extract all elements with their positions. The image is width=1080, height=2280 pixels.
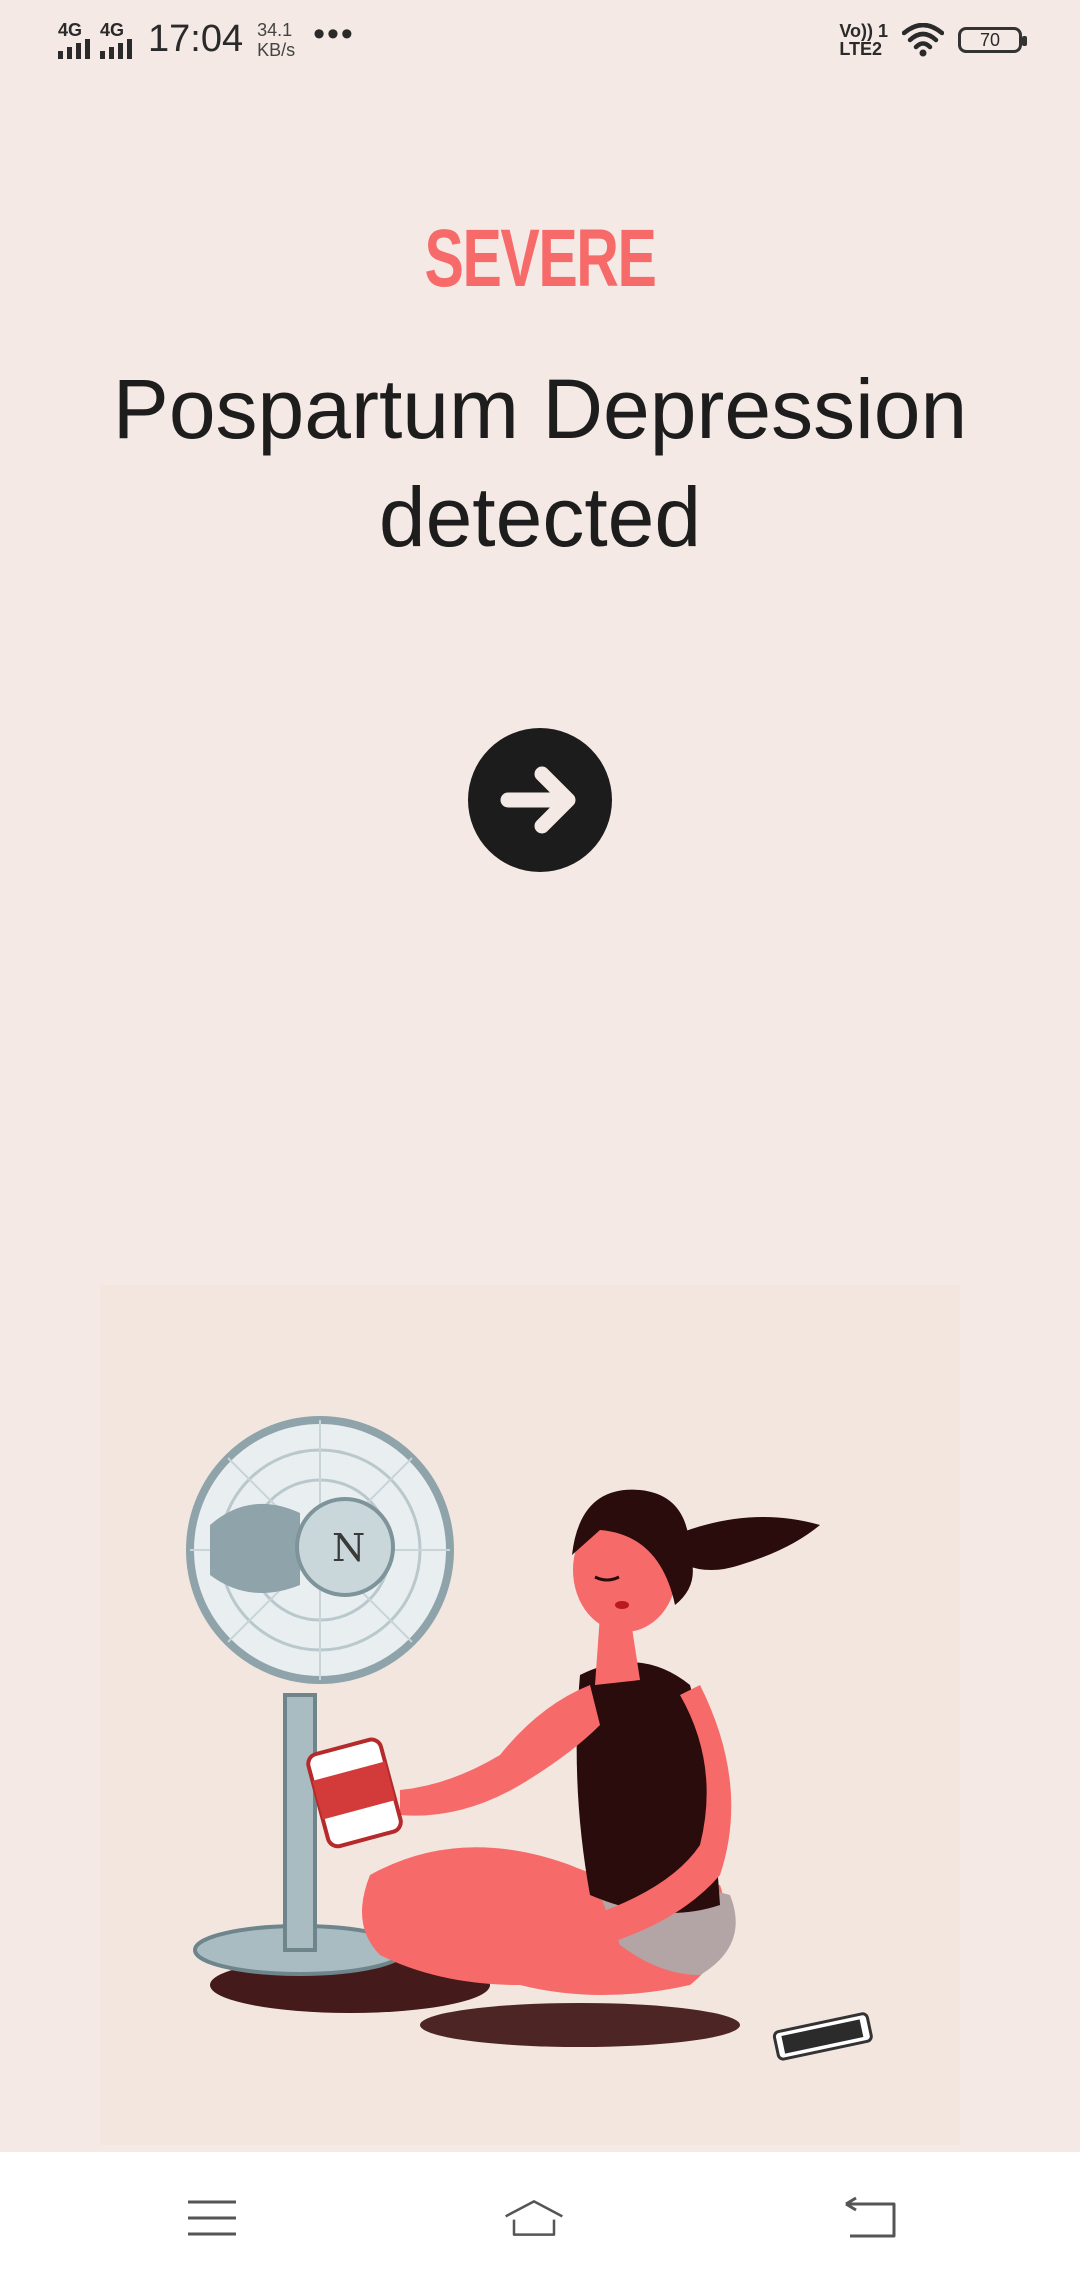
network-speed-value: 34.1: [257, 19, 293, 40]
home-icon: [505, 2200, 563, 2236]
menu-icon: [188, 2200, 236, 2236]
severity-label: SEVERE: [424, 213, 657, 304]
volte-line-2: LTE2: [839, 39, 882, 59]
signal-bars-icon: [58, 38, 90, 59]
status-left: 4G 4G 17:04 34.1 KB/s •••: [58, 15, 355, 61]
battery-level: 70: [979, 29, 1001, 50]
result-headline: Pospartum Depression detected: [112, 362, 968, 564]
network-speed: 34.1 KB/s: [257, 20, 295, 60]
navigation-bar: [0, 2152, 1080, 2280]
woman-with-fan-illustration: N: [100, 1285, 960, 2145]
fan-logo: N: [332, 1526, 365, 1570]
menu-button[interactable]: [182, 2188, 242, 2248]
volte-line-1: Vo)) 1: [839, 21, 888, 41]
signal-indicator-2: 4G: [100, 21, 132, 59]
signal-bars-icon: [100, 38, 132, 59]
network-speed-unit: KB/s: [257, 39, 296, 60]
network-type-2: 4G: [100, 19, 125, 40]
home-button[interactable]: [504, 2188, 564, 2248]
network-type-1: 4G: [58, 19, 83, 40]
signal-indicator-1: 4G: [58, 21, 90, 59]
battery-icon: 70: [958, 27, 1027, 53]
next-button[interactable]: [468, 728, 612, 872]
wifi-icon: [902, 23, 944, 57]
volte-indicator: Vo)) 1 LTE2: [839, 22, 888, 58]
back-button[interactable]: [840, 2188, 900, 2248]
more-notifications-icon: •••: [313, 15, 355, 53]
status-right: Vo)) 1 LTE2 70: [839, 22, 1027, 58]
back-icon: [845, 2196, 896, 2238]
status-bar: 4G 4G 17:04 34.1 KB/s ••• Vo)) 1 LTE2 70: [0, 0, 1080, 90]
clock: 17:04: [148, 18, 244, 60]
arrow-right-icon: [500, 766, 576, 834]
